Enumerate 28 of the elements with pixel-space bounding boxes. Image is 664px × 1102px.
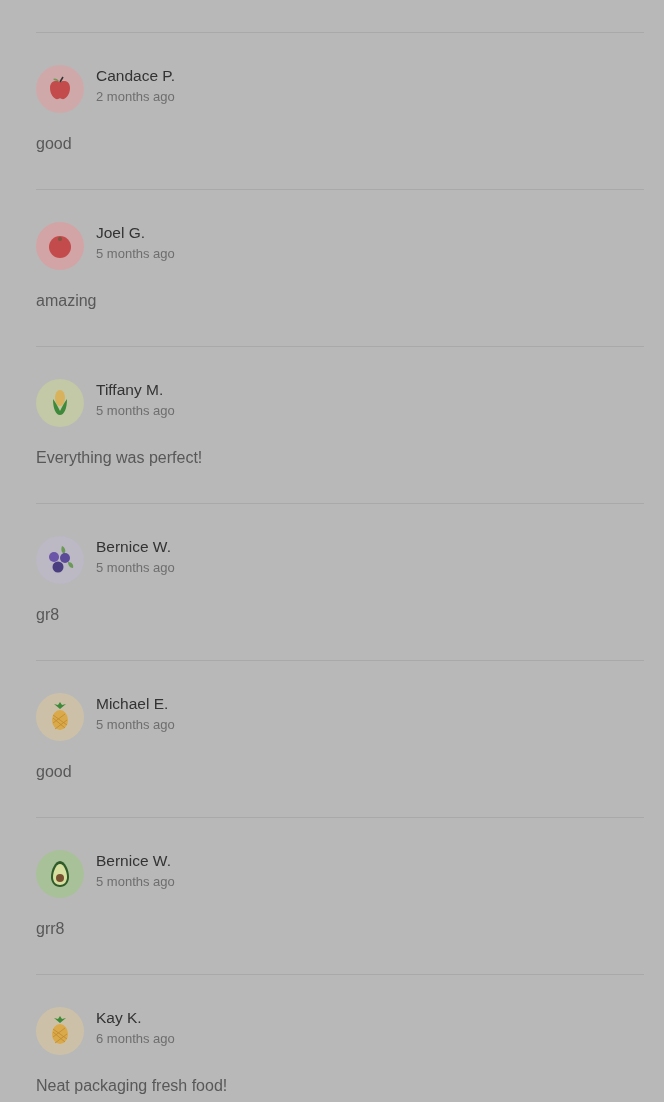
review-text: amazing — [36, 291, 98, 311]
tomato-icon — [36, 222, 84, 270]
reviewer-name: Tiffany M. — [96, 380, 165, 399]
reviewer-name: Bernice W. — [96, 851, 172, 870]
review-text: Everything was perfect! — [36, 448, 204, 468]
reviewer-name: Michael E. — [96, 694, 170, 713]
review-text: good — [36, 762, 73, 782]
reviewer-name: Candace P. — [96, 66, 175, 85]
apple-icon — [36, 65, 84, 113]
review-text: grr8 — [36, 919, 66, 939]
review-date: 5 months ago — [96, 245, 175, 261]
review-date: 5 months ago — [96, 873, 175, 889]
reviewer-name: Kay K. — [96, 1008, 143, 1027]
reviewer-name: Joel G. — [96, 223, 147, 242]
review-date: 6 months ago — [96, 1030, 175, 1046]
review-text: gr8 — [36, 605, 61, 625]
review-date: 5 months ago — [96, 559, 175, 575]
review-date: 5 months ago — [96, 402, 175, 418]
pineapple-icon — [36, 1007, 84, 1055]
avocado-icon — [36, 850, 84, 898]
review-text: Neat packaging fresh food! — [36, 1076, 229, 1096]
reviewer-name: Bernice W. — [96, 537, 172, 556]
corn-icon — [36, 379, 84, 427]
berries-icon — [36, 536, 84, 584]
pineapple-icon — [36, 693, 84, 741]
review-date: 5 months ago — [96, 716, 175, 732]
review-date: 2 months ago — [96, 88, 175, 104]
review-text: good — [36, 134, 73, 154]
